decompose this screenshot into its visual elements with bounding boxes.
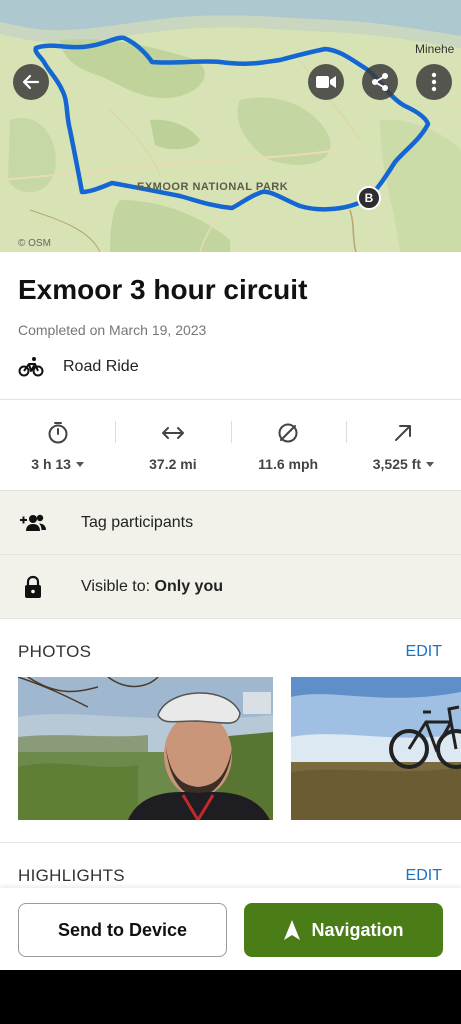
navigation-arrow-icon (284, 920, 301, 940)
stat-duration-value: 3 h 13 (31, 456, 71, 472)
stat-distance-value: 37.2 mi (149, 456, 197, 472)
stat-distance: 37.2 mi (115, 400, 230, 490)
photo-selfie[interactable] (18, 677, 273, 820)
add-people-icon (20, 514, 46, 531)
navigation-button[interactable]: Navigation (244, 903, 443, 957)
share-button[interactable] (362, 64, 398, 100)
stat-elevation-value: 3,525 ft (372, 456, 421, 472)
caret-down-icon (75, 461, 84, 467)
town-label: Minehe (415, 42, 455, 56)
stats-row: 3 h 13 37.2 mi 11.6 mph 3,525 ft (0, 400, 461, 490)
send-to-device-label: Send to Device (57, 919, 188, 940)
visibility-value: Only you (154, 577, 223, 595)
visibility-label: Visible to: (81, 577, 151, 595)
osm-credit: © OSM (18, 238, 51, 249)
activity-title: Exmoor 3 hour circuit (18, 274, 308, 305)
photo-bike[interactable] (291, 677, 461, 820)
navigation-label: Navigation (311, 919, 404, 940)
highlights-title: HIGHLIGHTS (18, 866, 125, 885)
route-map[interactable]: Minehe EXMOOR NATIONAL PARK © OSM B (0, 0, 461, 252)
send-to-device-button[interactable]: Send to Device (18, 903, 227, 957)
photos-title: PHOTOS (18, 642, 92, 661)
bike-icon (18, 357, 44, 377)
park-label: EXMOOR NATIONAL PARK (137, 181, 289, 193)
video-camera-icon (316, 76, 336, 88)
tag-participants-row[interactable]: Tag participants (0, 491, 461, 554)
route-detail-screen: Minehe EXMOOR NATIONAL PARK © OSM B Exmo… (0, 0, 461, 970)
stat-avg-speed: 11.6 mph (230, 400, 346, 490)
activity-type-label: Road Ride (63, 358, 139, 375)
share-icon (372, 73, 388, 91)
photo-image (18, 677, 273, 820)
distance-arrows-icon (161, 427, 184, 439)
more-vertical-icon (431, 72, 437, 92)
visibility-row[interactable]: Visible to: Only you (0, 555, 461, 618)
map-background (0, 0, 461, 252)
bottom-action-bar: Send to Device Navigation (0, 888, 461, 970)
stopwatch-icon (48, 422, 68, 444)
photos-edit-button[interactable]: EDIT (406, 643, 442, 661)
divider (0, 842, 461, 843)
video-button[interactable] (308, 64, 344, 100)
route-end-marker: B (357, 186, 381, 210)
lock-icon (25, 575, 41, 598)
completed-date: Completed on March 19, 2023 (18, 322, 207, 338)
more-options-button[interactable] (416, 64, 452, 100)
highlights-edit-button[interactable]: EDIT (406, 867, 442, 885)
back-button[interactable] (13, 64, 49, 100)
elevation-up-icon (395, 425, 412, 441)
arrow-left-icon (22, 74, 40, 90)
stat-elevation[interactable]: 3,525 ft (345, 400, 461, 490)
tag-participants-label: Tag participants (81, 513, 194, 531)
photo-image (291, 677, 461, 820)
average-icon (278, 423, 298, 443)
caret-down-icon (426, 461, 434, 467)
divider (0, 618, 461, 619)
activity-type: Road Ride (18, 355, 139, 379)
stat-avg-speed-value: 11.6 mph (258, 456, 319, 472)
stat-duration[interactable]: 3 h 13 (0, 400, 115, 490)
